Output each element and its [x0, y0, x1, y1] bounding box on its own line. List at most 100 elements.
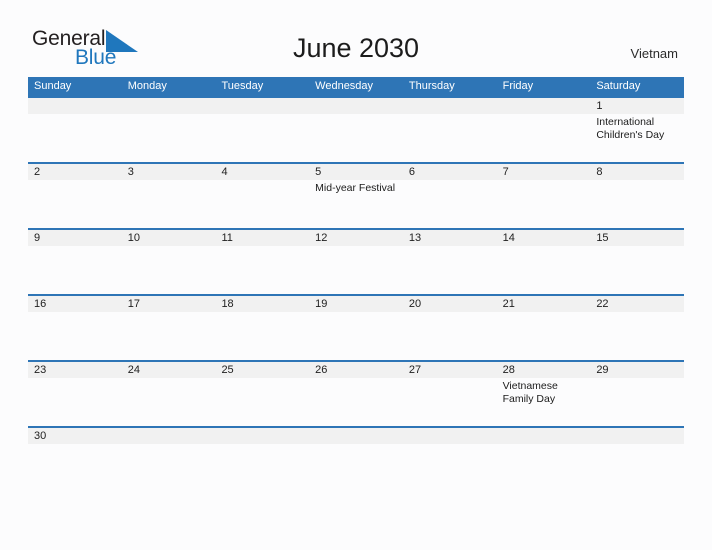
day-number: 21	[502, 298, 515, 310]
calendar-day-cell-empty	[403, 428, 497, 452]
weekday-header-row: Sunday Monday Tuesday Wednesday Thursday Frid…	[28, 77, 684, 96]
day-number	[503, 428, 587, 444]
day-number: 10	[127, 232, 140, 244]
calendar-day-cell[interactable]: 9	[28, 230, 122, 294]
calendar-weeks: 1 International Children's Day 2 3 4 5 Mid-yea…	[28, 96, 684, 452]
page-header: General Blue June 2030 Vietnam	[0, 0, 712, 69]
calendar-day-cell[interactable]: 3	[122, 164, 216, 228]
calendar-day-cell[interactable]: 26	[309, 362, 403, 426]
day-number: 4	[221, 166, 228, 178]
calendar-day-cell-empty	[215, 98, 309, 162]
day-number: 26	[315, 364, 328, 376]
calendar-day-cell-empty	[122, 98, 216, 162]
calendar-day-cell[interactable]: 2	[28, 164, 122, 228]
day-number	[128, 98, 212, 114]
calendar-day-cell[interactable]: 16	[28, 296, 122, 360]
day-events: Mid-year Festival	[315, 182, 399, 195]
day-number: 25	[221, 364, 234, 376]
calendar-day-cell-empty	[215, 428, 309, 452]
calendar-day-cell-empty	[122, 428, 216, 452]
calendar-week-days: 2 3 4 5 Mid-year Festival 6 7 8	[28, 164, 684, 228]
day-number	[409, 428, 493, 444]
calendar-day-cell[interactable]: 17	[122, 296, 216, 360]
day-events: International Children's Day	[596, 116, 680, 142]
calendar-week-row: 16 17 18 19 20 21 22	[28, 294, 684, 360]
day-number: 9	[34, 232, 41, 244]
day-number: 23	[34, 364, 47, 376]
day-number: 3	[127, 166, 134, 178]
day-number	[503, 98, 587, 114]
calendar-day-cell[interactable]: 23	[28, 362, 122, 426]
calendar-day-cell[interactable]: 28 Vietnamese Family Day	[497, 362, 591, 426]
calendar-day-cell[interactable]: 21	[497, 296, 591, 360]
calendar-day-cell[interactable]: 4	[215, 164, 309, 228]
calendar-day-cell-empty	[309, 98, 403, 162]
calendar-day-cell-empty	[497, 428, 591, 452]
day-number: 28	[502, 364, 515, 376]
calendar-page: General Blue June 2030 Vietnam Sunday Mon…	[0, 0, 712, 550]
day-number: 8	[596, 166, 603, 178]
day-number	[596, 428, 680, 444]
calendar-week-row: 9 10 11 12 13 14 15	[28, 228, 684, 294]
page-title: June 2030	[292, 33, 420, 63]
day-number: 12	[315, 232, 328, 244]
calendar-day-cell[interactable]: 30	[28, 428, 122, 452]
day-number: 22	[596, 298, 609, 310]
calendar-day-cell[interactable]: 7	[497, 164, 591, 228]
day-number	[409, 98, 493, 114]
region-label: Vietnam	[630, 46, 678, 61]
calendar-day-cell[interactable]: 8	[590, 164, 684, 228]
day-number: 14	[502, 232, 515, 244]
day-number: 16	[34, 298, 47, 310]
calendar-day-cell[interactable]: 27	[403, 362, 497, 426]
calendar-day-cell[interactable]: 6	[403, 164, 497, 228]
calendar-day-cell[interactable]: 18	[215, 296, 309, 360]
calendar-day-cell[interactable]: 25	[215, 362, 309, 426]
weekday-header-sunday: Sunday	[34, 80, 72, 92]
calendar-day-cell[interactable]: 24	[122, 362, 216, 426]
day-number	[128, 428, 212, 444]
calendar-week-row: 1 International Children's Day	[28, 96, 684, 162]
holiday-event-label: Vietnamese Family Day	[502, 380, 558, 405]
calendar-day-cell[interactable]: 12	[309, 230, 403, 294]
day-number: 29	[596, 364, 609, 376]
calendar-day-cell[interactable]: 13	[403, 230, 497, 294]
calendar-day-cell[interactable]: 29	[590, 362, 684, 426]
day-number	[221, 428, 305, 444]
calendar-day-cell[interactable]: 22	[590, 296, 684, 360]
day-number: 20	[408, 298, 422, 310]
day-number: 5	[315, 166, 322, 178]
calendar-day-cell[interactable]: 20	[403, 296, 497, 360]
holiday-event-label: International Children's Day	[596, 116, 665, 141]
day-number: 18	[221, 298, 234, 310]
weekday-header-saturday: Saturday	[596, 80, 641, 92]
calendar-day-cell-empty	[28, 98, 122, 162]
calendar-day-cell[interactable]: 14	[497, 230, 591, 294]
day-number: 11	[221, 232, 233, 244]
day-number: 27	[408, 364, 422, 376]
day-number	[315, 428, 399, 444]
day-number: 1	[596, 100, 603, 112]
weekday-header-thursday: Thursday	[408, 80, 455, 92]
calendar-week-days: 9 10 11 12 13 14 15	[28, 230, 684, 294]
day-number: 6	[408, 166, 415, 178]
calendar-day-cell[interactable]: 19	[309, 296, 403, 360]
day-number: 7	[502, 166, 509, 178]
calendar-week-days: 1 International Children's Day	[28, 98, 684, 162]
calendar-day-cell-empty	[590, 428, 684, 452]
calendar-week-row: 23 24 25 26 27 28 Vietnamese Family Day 29	[28, 360, 684, 426]
calendar-day-cell-empty	[309, 428, 403, 452]
day-number: 17	[127, 298, 140, 310]
calendar-day-cell[interactable]: 10	[122, 230, 216, 294]
calendar-day-cell[interactable]: 1 International Children's Day	[590, 98, 684, 162]
day-number	[221, 98, 305, 114]
calendar-day-cell[interactable]: 15	[590, 230, 684, 294]
day-number: 30	[34, 430, 47, 442]
day-number	[315, 98, 399, 114]
day-number: 13	[408, 232, 422, 244]
day-number: 19	[315, 298, 328, 310]
weekday-header-friday: Friday	[502, 80, 534, 92]
calendar-day-cell[interactable]: 5 Mid-year Festival	[309, 164, 403, 228]
calendar-day-cell[interactable]: 11	[215, 230, 309, 294]
calendar-day-cell-empty	[403, 98, 497, 162]
